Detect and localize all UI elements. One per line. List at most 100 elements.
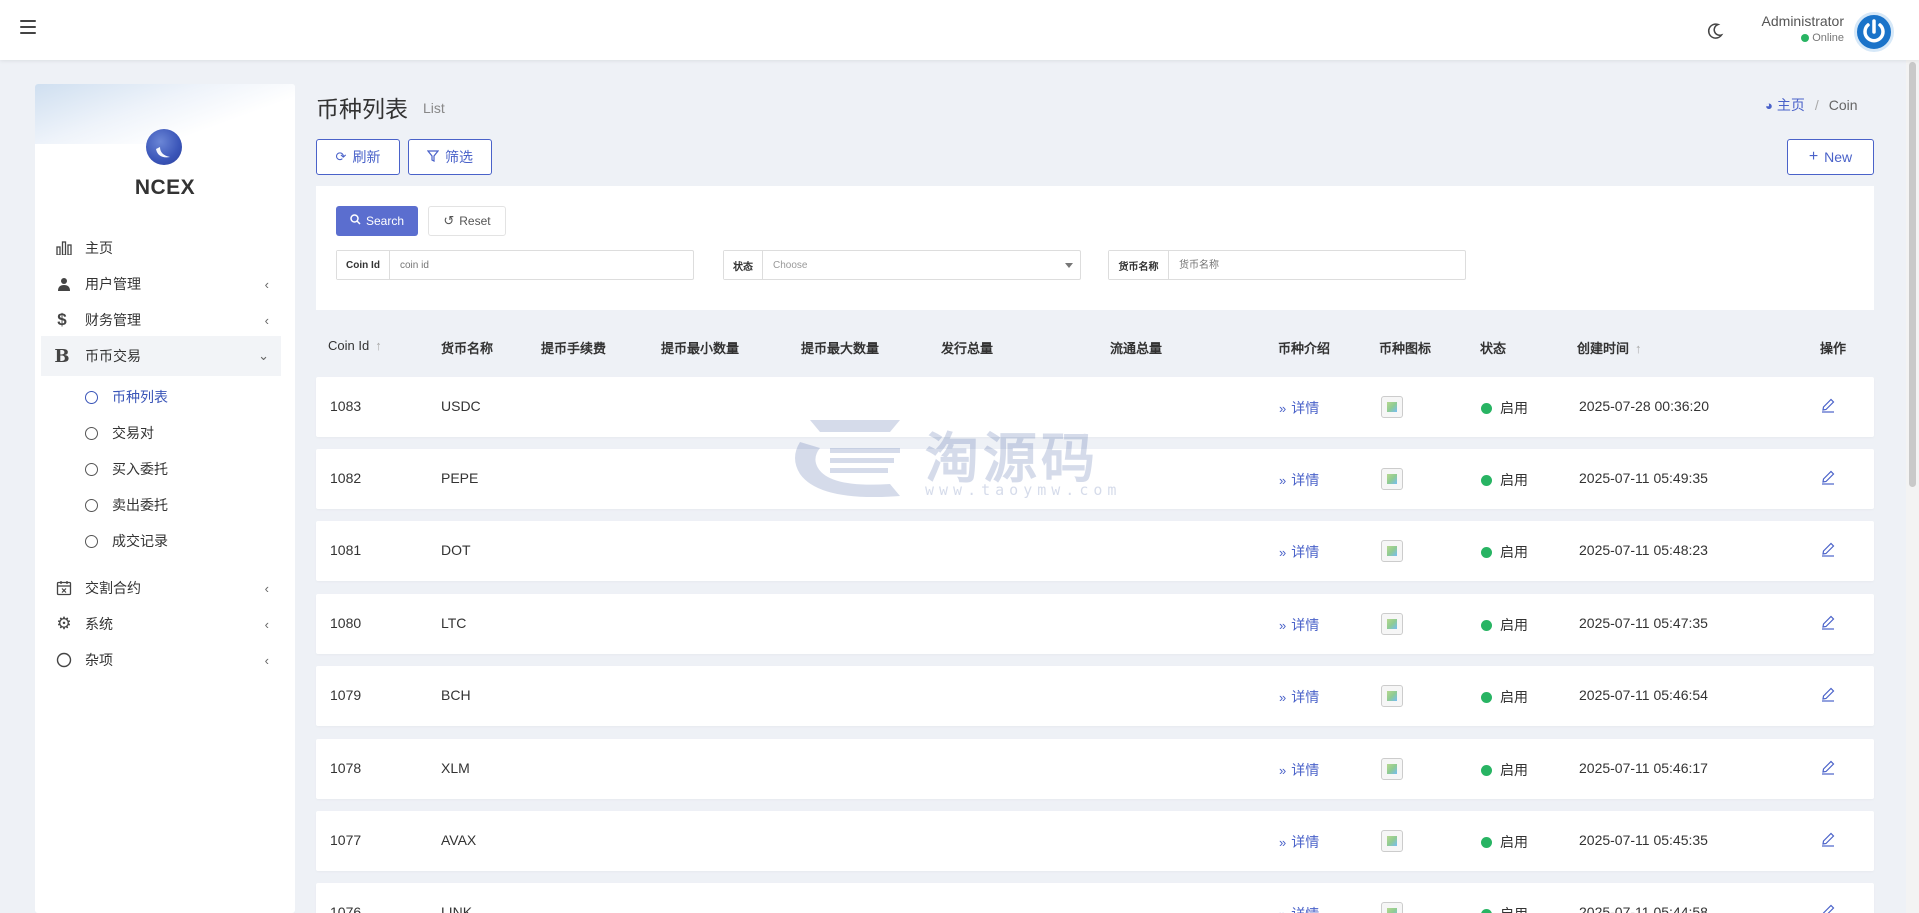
coin-name-input[interactable] [1169, 251, 1465, 279]
brand-name: NCEX [134, 176, 196, 199]
table-row: 1082 PEPE » 详情 启用 2025-07-11 05:49:35 [316, 449, 1874, 509]
status-dot-icon [1481, 765, 1492, 776]
menu-toggle-icon[interactable] [20, 20, 36, 34]
sidebar-item-finance[interactable]: $ 财务管理 ‹ [41, 300, 281, 340]
brand-logo [146, 129, 182, 165]
coin-name-cell: USDC [441, 398, 481, 414]
bar-chart-icon [55, 239, 73, 257]
created-time-cell: 2025-07-28 00:36:20 [1579, 398, 1709, 414]
column-header-coin-id[interactable]: Coin Id ↑ [328, 338, 382, 353]
edit-icon[interactable] [1820, 541, 1836, 557]
status-dot-icon [1481, 403, 1492, 414]
created-time-cell: 2025-07-11 05:45:35 [1579, 832, 1708, 848]
coin-id-cell: 1077 [330, 832, 362, 848]
coin-id-input[interactable] [390, 251, 693, 279]
double-chevron-right-icon: » [1279, 763, 1287, 778]
edit-icon[interactable] [1820, 469, 1836, 485]
sidebar-item-system[interactable]: ⚙ 系统 ‹ [41, 604, 281, 644]
users-icon [55, 275, 73, 293]
detail-link[interactable]: »详情 [1279, 398, 1319, 418]
status-dot-icon [1481, 837, 1492, 848]
status-filter: 状态 Choose [723, 250, 1081, 280]
column-header-withdraw-max: 提币最大数量 [801, 341, 880, 356]
status-cell: 启用 [1481, 832, 1528, 852]
edit-icon[interactable] [1820, 614, 1836, 630]
detail-link[interactable]: »详情 [1279, 687, 1319, 707]
created-time-cell: 2025-07-11 05:48:23 [1579, 542, 1708, 558]
search-button[interactable]: Search [336, 206, 418, 236]
column-header-withdraw-min: 提币最小数量 [661, 341, 740, 356]
sort-icon[interactable]: ↑ [375, 338, 382, 353]
coin-icon-image [1381, 468, 1403, 490]
chevron-left-icon: ‹ [264, 652, 269, 668]
online-dot-icon [1801, 34, 1810, 43]
sidebar-item-spot-trading[interactable]: B 币币交易 ⌄ [41, 336, 281, 376]
edit-icon[interactable] [1820, 686, 1836, 702]
status-select[interactable]: Choose [763, 251, 1080, 279]
detail-link[interactable]: »详情 [1279, 832, 1319, 852]
new-button[interactable]: + New [1787, 139, 1874, 175]
created-time-cell: 2025-07-11 05:46:17 [1579, 760, 1708, 776]
page-scrollbar[interactable] [1906, 60, 1919, 913]
edit-icon[interactable] [1820, 831, 1836, 847]
detail-link[interactable]: »详情 [1279, 615, 1319, 635]
detail-link[interactable]: »详情 [1279, 904, 1319, 913]
column-header-status: 状态 [1480, 341, 1507, 356]
chevron-left-icon: ‹ [264, 276, 269, 292]
created-time-cell: 2025-07-11 05:46:54 [1579, 687, 1708, 703]
sidebar-subitem-trade-records[interactable]: 成交记录 [85, 526, 275, 556]
avatar[interactable] [1854, 12, 1894, 52]
coin-name-cell: AVAX [441, 832, 477, 848]
user-info[interactable]: Administrator Online [1750, 13, 1844, 44]
detail-link[interactable]: »详情 [1279, 470, 1319, 490]
detail-link[interactable]: »详情 [1279, 542, 1319, 562]
reset-button[interactable]: ↺ Reset [428, 206, 506, 236]
sidebar-subitem-coin-list[interactable]: 币种列表 [85, 382, 275, 412]
refresh-button[interactable]: ⟳ 刷新 [316, 139, 400, 175]
breadcrumb: ◕ 主页 / Coin [1765, 95, 1858, 115]
table-row: 1079 BCH » 详情 启用 2025-07-11 05:46:54 [316, 666, 1874, 726]
sidebar-item-users[interactable]: 用户管理 ‹ [41, 264, 281, 304]
column-header-withdraw-fee: 提币手续费 [541, 341, 607, 356]
double-chevron-right-icon: » [1279, 907, 1286, 913]
sidebar-subitem-sell-orders[interactable]: 卖出委托 [85, 490, 275, 520]
sort-icon[interactable]: ↑ [1635, 341, 1642, 356]
created-time-cell: 2025-07-11 05:44:58 [1579, 904, 1708, 913]
coin-id-cell: 1078 [330, 760, 362, 776]
edit-icon[interactable] [1820, 759, 1836, 775]
sidebar: NCEX 主页 用户管理 ‹ $ 财务管理 ‹ B 币币交易 ⌄ 币种列表 交易… [35, 84, 295, 913]
status-label: 状态 [724, 251, 763, 279]
sidebar-subitem-trading-pairs[interactable]: 交易对 [85, 418, 275, 448]
column-header-created[interactable]: 创建时间 ↑ [1577, 338, 1642, 357]
created-time-cell: 2025-07-11 05:47:35 [1579, 615, 1708, 631]
circle-icon [85, 426, 98, 440]
filter-button[interactable]: 筛选 [408, 139, 492, 175]
status-cell: 启用 [1481, 470, 1528, 490]
breadcrumb-home-link[interactable]: 主页 [1777, 95, 1805, 115]
sidebar-item-delivery-contract[interactable]: 交割合约 ‹ [41, 568, 281, 608]
sidebar-subitem-buy-orders[interactable]: 买入委托 [85, 454, 275, 484]
status-cell: 启用 [1481, 615, 1528, 635]
filter-panel: Search ↺Reset Coin Id 状态 Choose 货币名称 [316, 186, 1874, 310]
coin-icon-image [1381, 758, 1403, 780]
detail-link[interactable]: »详情 [1279, 760, 1319, 780]
filter-icon [426, 149, 440, 165]
chevron-left-icon: ‹ [264, 616, 269, 632]
table-row: 1076 LINK »详情 启用 2025-07-11 05:44:58 [316, 883, 1874, 913]
table-row: 1077 AVAX » 详情 启用 2025-07-11 05:45:35 [316, 811, 1874, 871]
dashboard-icon: ◕ [1765, 97, 1773, 113]
edit-icon[interactable] [1820, 397, 1836, 413]
caret-down-icon [1065, 263, 1073, 268]
coin-id-cell: 1079 [330, 687, 362, 703]
edit-icon[interactable] [1820, 903, 1836, 913]
sidebar-item-misc[interactable]: 杂项 ‹ [41, 640, 281, 680]
sidebar-item-home[interactable]: 主页 [41, 228, 281, 268]
dark-mode-icon[interactable] [1705, 21, 1725, 41]
table-row: 1081 DOT » 详情 启用 2025-07-11 05:48:23 [316, 521, 1874, 581]
double-chevron-right-icon: » [1279, 690, 1287, 705]
coin-id-cell: 1083 [330, 398, 362, 414]
coin-id-cell: 1076 [330, 904, 362, 913]
coin-id-filter: Coin Id [336, 250, 694, 280]
coin-id-cell: 1080 [330, 615, 362, 631]
circle-icon [55, 651, 73, 669]
